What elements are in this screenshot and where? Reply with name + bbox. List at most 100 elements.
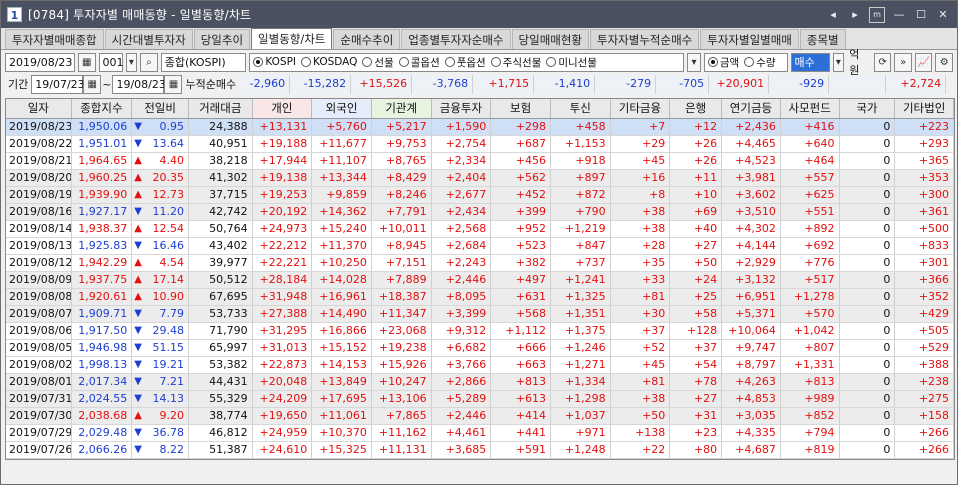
table-cell: 38,218 (189, 153, 253, 169)
column-header[interactable]: 보험 (491, 99, 551, 118)
market-dropdown-icon[interactable]: ▾ (687, 52, 701, 72)
market-radio-6[interactable]: 미니선물 (546, 55, 597, 70)
period-from-input[interactable]: 19/07/23 (31, 74, 85, 94)
table-cell: +366 (895, 272, 955, 288)
table-row[interactable]: 2019/08/08 1,920.61 ▲ 10.90 67,695 +31,948 +16… (6, 289, 955, 306)
table-row[interactable]: 2019/08/05 1,946.98 ▼ 51.15 65,997 +31,013 +15… (6, 340, 955, 357)
table-cell: +50 (611, 408, 671, 424)
minimize-icon[interactable]: — (891, 7, 907, 23)
table-cell: 0 (840, 255, 896, 271)
column-header[interactable]: 전일비 (132, 99, 189, 118)
market-radio-4[interactable]: 풋옵션 (444, 55, 486, 70)
column-header[interactable]: 연기금등 (722, 99, 781, 118)
column-header[interactable]: 금융투자 (432, 99, 492, 118)
column-header[interactable]: 기타법인 (895, 99, 954, 118)
table-row[interactable]: 2019/08/01 2,017.34 ▼ 7.21 44,431 +20,048 +13,… (6, 374, 955, 391)
table-row[interactable]: 2019/08/13 1,925.83 ▼ 16.46 43,402 +22,212 +11… (6, 238, 955, 255)
tab-8[interactable]: 투자자별일별매매 (700, 29, 799, 49)
tab-3[interactable]: 일별동향/차트 (251, 28, 333, 49)
unit-radio-1[interactable]: 수량 (744, 55, 776, 70)
table-cell: ▲ 12.54 (132, 221, 190, 237)
market-radio-1[interactable]: KOSDAQ (301, 56, 357, 68)
radio-dot-icon (301, 57, 312, 67)
tab-9[interactable]: 종목별 (799, 29, 846, 49)
close-icon[interactable]: ✕ (935, 7, 951, 23)
tab-0[interactable]: 투자자별매매종합 (5, 29, 104, 49)
code-input[interactable]: 001 (98, 52, 124, 72)
code-dropdown-icon[interactable]: ▾ (125, 52, 138, 72)
table-row[interactable]: 2019/08/20 1,960.25 ▲ 20.35 41,302 +19,138 +13… (6, 170, 955, 187)
table-cell: +8,765 (372, 153, 432, 169)
triangle-down-icon: ▼ (134, 393, 142, 404)
next-icon[interactable]: ▸ (847, 7, 863, 23)
table-row[interactable]: 2019/08/21 1,964.65 ▲ 4.40 38,218 +17,944 +11,… (6, 153, 955, 170)
unit-radio-0[interactable]: 금액 (707, 55, 739, 70)
column-header[interactable]: 일자 (6, 99, 72, 118)
table-row[interactable]: 2019/07/29 2,029.48 ▼ 36.78 46,812 +24,959 +10… (6, 425, 955, 442)
tab-6[interactable]: 당일매매현황 (511, 29, 590, 49)
fast-forward-icon[interactable]: » (894, 52, 912, 72)
table-cell: 2019/07/29 (6, 425, 72, 441)
table-row[interactable]: 2019/07/26 2,066.26 ▼ 8.22 51,387 +24,610 +15,… (6, 442, 955, 459)
table-cell: 0 (840, 136, 896, 152)
table-cell: ▲ 4.54 (132, 255, 190, 271)
column-header[interactable]: 사모펀드 (781, 99, 840, 118)
column-header[interactable]: 거래대금 (189, 99, 253, 118)
trade-type-dropdown-icon[interactable]: ▾ (832, 52, 845, 72)
table-row[interactable]: 2019/08/19 1,939.90 ▲ 12.73 37,715 +19,253 +9,… (6, 187, 955, 204)
prev-icon[interactable]: ◂ (825, 7, 841, 23)
gear-icon[interactable]: ⚙ (935, 52, 953, 72)
tab-7[interactable]: 투자자별누적순매수 (590, 29, 700, 49)
table-row[interactable]: 2019/08/22 1,951.01 ▼ 13.64 40,951 +19,188 +11… (6, 136, 955, 153)
table-cell: +7 (611, 119, 671, 135)
calendar-icon[interactable]: ▦ (78, 52, 96, 72)
table-row[interactable]: 2019/08/16 1,927.17 ▼ 11.20 42,742 +20,192 +14… (6, 204, 955, 221)
table-row[interactable]: 2019/08/14 1,938.37 ▲ 12.54 50,764 +24,973 +15… (6, 221, 955, 238)
table-row[interactable]: 2019/07/30 2,038.68 ▲ 9.20 38,774 +19,650 +11,… (6, 408, 955, 425)
table-row[interactable]: 2019/08/12 1,942.29 ▲ 4.54 39,977 +22,221 +10,… (6, 255, 955, 272)
table-cell: +11,162 (372, 425, 432, 441)
trade-type-select[interactable]: 매수 (790, 52, 830, 72)
memo-icon[interactable]: m (869, 6, 885, 23)
market-radio-5[interactable]: 주식선물 (490, 55, 541, 70)
table-row[interactable]: 2019/08/07 1,909.71 ▼ 7.79 53,733 +27,388 +14,… (6, 306, 955, 323)
column-header[interactable]: 기타금융 (611, 99, 671, 118)
column-header[interactable]: 외국인 (312, 99, 372, 118)
table-row[interactable]: 2019/08/23 1,950.06 ▼ 0.95 24,388 +13,131 +5,7… (6, 119, 955, 136)
market-radio-3[interactable]: 콜옵션 (398, 55, 440, 70)
table-cell: +27 (670, 391, 723, 407)
search-icon[interactable]: ⌕ (140, 52, 158, 72)
table-row[interactable]: 2019/07/31 2,024.55 ▼ 14.13 55,329 +24,209 +17… (6, 391, 955, 408)
date-input[interactable]: 2019/08/23 (5, 52, 75, 72)
calendar-from-icon[interactable]: ▦ (83, 74, 102, 94)
table-row[interactable]: 2019/08/02 1,998.13 ▼ 19.21 53,382 +22,873 +14… (6, 357, 955, 374)
maximize-icon[interactable]: ☐ (913, 7, 929, 23)
table-cell: +497 (491, 272, 551, 288)
cumulative-sum-cell: -279 (595, 74, 657, 94)
column-header[interactable]: 기관계 (371, 99, 432, 118)
period-to-input[interactable]: 19/08/23 (112, 74, 166, 94)
refresh-icon[interactable]: ⟳ (873, 52, 892, 72)
tab-2[interactable]: 당일추이 (193, 29, 251, 49)
tab-4[interactable]: 순매수추이 (333, 29, 401, 49)
table-cell: +2,677 (432, 187, 492, 203)
table-row[interactable]: 2019/08/09 1,937.75 ▲ 17.14 50,512 +28,184 +14… (6, 272, 955, 289)
calendar-to-icon[interactable]: ▦ (164, 74, 183, 94)
table-row[interactable]: 2019/08/06 1,917.50 ▼ 29.48 71,790 +31,295 +16… (6, 323, 955, 340)
table-cell: +640 (781, 136, 840, 152)
table-cell: 0 (840, 153, 896, 169)
tab-5[interactable]: 업종별투자자순매수 (401, 29, 511, 49)
tab-1[interactable]: 시간대별투자자 (104, 29, 193, 49)
column-header[interactable]: 국가 (840, 99, 896, 118)
column-header[interactable]: 종합지수 (72, 99, 133, 118)
market-radio-2[interactable]: 선물 (362, 55, 394, 70)
column-header[interactable]: 은행 (670, 99, 723, 118)
column-header[interactable]: 개인 (252, 99, 313, 118)
market-radio-0[interactable]: KOSPI (253, 56, 296, 68)
chart-icon[interactable]: 📈 (914, 52, 933, 72)
table-cell: 53,733 (189, 306, 253, 322)
column-header[interactable]: 투신 (551, 99, 611, 118)
window-title: [0784] 투자자별 매매동향 - 일별동향/차트 (28, 8, 252, 22)
table-cell: +2,404 (432, 170, 492, 186)
table-cell: +14,490 (312, 306, 372, 322)
